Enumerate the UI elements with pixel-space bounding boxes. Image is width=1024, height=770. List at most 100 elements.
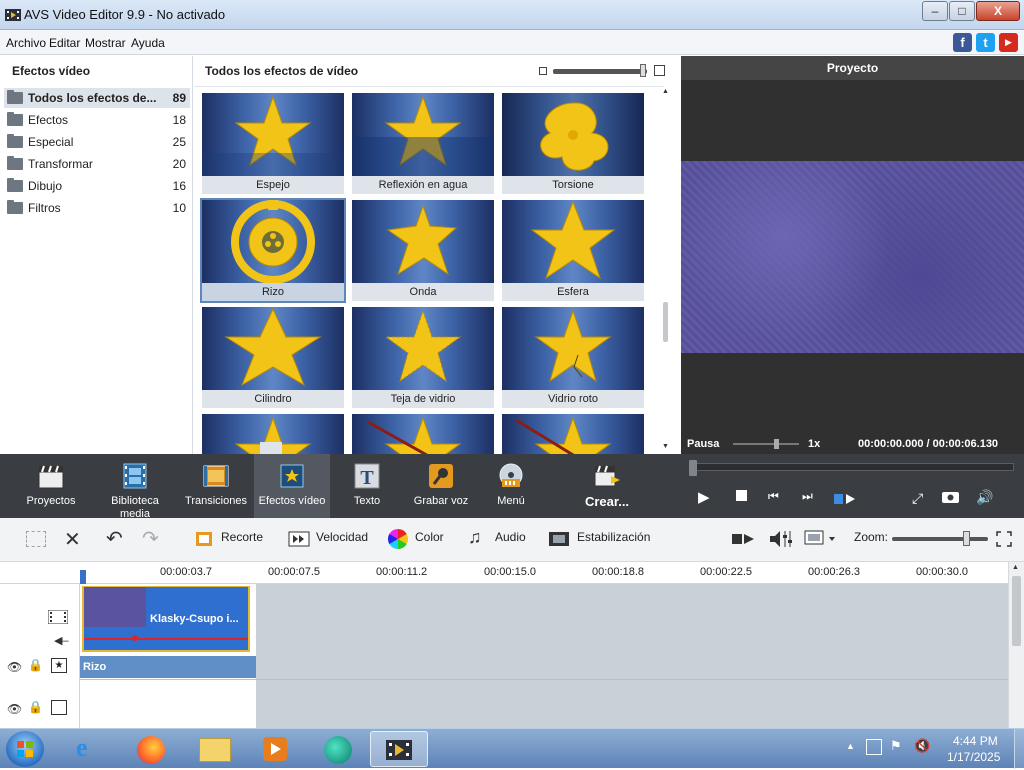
select-icon[interactable] xyxy=(26,531,46,547)
toolbar-efectos-video[interactable]: Efectos vídeo xyxy=(254,454,330,518)
velocidad-button[interactable]: Velocidad xyxy=(316,530,368,544)
timeline-scrollbar[interactable]: ▲ xyxy=(1008,562,1024,728)
category-item-all[interactable]: Todos los efectos de... 89 xyxy=(4,88,190,108)
stabilization-icon[interactable] xyxy=(548,530,570,548)
estabilizacion-button[interactable]: Estabilización xyxy=(577,530,650,544)
taskbar-media-player[interactable] xyxy=(248,731,306,767)
menu-archivo[interactable]: Archivo xyxy=(6,36,46,50)
menu-mostrar[interactable]: Mostrar xyxy=(85,36,126,50)
audio-mixer-icon[interactable] xyxy=(770,529,796,549)
previous-frame-icon[interactable]: ⏮ xyxy=(768,489,779,504)
effect-tile-torsione[interactable]: Torsione xyxy=(502,93,644,194)
maximize-button[interactable]: □ xyxy=(949,1,975,21)
toolbar-menu[interactable]: Menú xyxy=(486,454,536,518)
audio-button[interactable]: Audio xyxy=(495,530,526,544)
toolbar-texto[interactable]: T Texto xyxy=(342,454,392,518)
recorte-button[interactable]: Recorte xyxy=(221,530,263,544)
visibility-eye-icon[interactable]: 👁 xyxy=(7,702,22,716)
lock-icon[interactable]: 🔒 xyxy=(28,700,43,714)
youtube-icon[interactable]: ▶ xyxy=(999,33,1018,52)
speed-icon[interactable] xyxy=(288,530,310,548)
toolbar-crear[interactable]: Crear... xyxy=(572,454,642,518)
category-item-filtros[interactable]: Filtros 10 xyxy=(4,198,190,218)
taskbar-firefox[interactable] xyxy=(122,731,180,767)
category-item-efectos[interactable]: Efectos 18 xyxy=(4,110,190,130)
network-icon[interactable] xyxy=(866,739,882,755)
toolbar-proyectos[interactable]: Proyectos xyxy=(16,454,86,518)
visibility-eye-icon[interactable]: 👁 xyxy=(7,660,22,674)
playback-seek-bar[interactable] xyxy=(689,460,1014,476)
playback-speed[interactable]: 1x xyxy=(808,438,820,450)
clock-date[interactable]: 1/17/2025 xyxy=(947,750,1000,764)
effect-tile-rizo[interactable]: Rizo xyxy=(200,198,346,303)
fullscreen-icon[interactable]: ⤢ xyxy=(912,490,923,507)
zoom-slider[interactable] xyxy=(892,537,988,541)
action-center-flag-icon[interactable]: ⚑ xyxy=(890,738,902,754)
scroll-down-icon[interactable]: ▼ xyxy=(662,443,669,450)
redo-icon[interactable]: ↷ xyxy=(142,526,159,551)
timeline-cursor[interactable] xyxy=(80,570,86,584)
effects-scrollbar[interactable]: ▲ ▼ xyxy=(660,88,670,454)
mute-track-icon[interactable]: ◀‒ xyxy=(54,634,69,647)
toolbar-transiciones[interactable]: Transiciones xyxy=(182,454,250,518)
scroll-up-icon[interactable]: ▲ xyxy=(662,88,669,95)
effects-scrollbar-thumb[interactable] xyxy=(663,302,668,342)
lock-icon[interactable]: 🔒 xyxy=(28,658,43,672)
clock-time[interactable]: 4:44 PM xyxy=(953,734,998,748)
effect-tile-esfera[interactable]: Esfera xyxy=(502,200,644,301)
large-thumbnails-icon[interactable] xyxy=(654,65,665,76)
split-view-icon[interactable] xyxy=(834,491,856,504)
zoom-slider-handle[interactable] xyxy=(963,531,970,546)
close-button[interactable]: X xyxy=(976,1,1020,21)
effect-tile-teja-de-vidrio[interactable]: Teja de vidrio xyxy=(352,307,494,408)
split-clip-icon[interactable] xyxy=(732,532,756,546)
minimize-button[interactable]: – xyxy=(922,1,948,21)
audio-note-icon[interactable]: ♫ xyxy=(468,527,482,548)
play-icon[interactable]: ▶ xyxy=(698,488,710,506)
facebook-icon[interactable]: f xyxy=(953,33,972,52)
toolbar-grabar-voz[interactable]: Grabar voz xyxy=(408,454,474,518)
show-hidden-icons-icon[interactable]: ▲ xyxy=(846,741,855,751)
volume-slider[interactable] xyxy=(733,443,799,445)
effect-tile-reflexion-en-agua[interactable]: Reflexión en agua xyxy=(352,93,494,194)
scroll-up-icon[interactable]: ▲ xyxy=(1012,564,1019,571)
next-frame-icon[interactable]: ⏭ xyxy=(802,489,813,504)
effect-tile[interactable] xyxy=(352,414,494,454)
trim-icon[interactable] xyxy=(194,529,214,549)
category-item-especial[interactable]: Especial 25 xyxy=(4,132,190,152)
effect-tile[interactable] xyxy=(502,414,644,454)
effect-tile-vidrio-roto[interactable]: Vidrio roto xyxy=(502,307,644,408)
fit-timeline-icon[interactable] xyxy=(996,531,1012,547)
aspect-ratio-dropdown[interactable] xyxy=(804,530,838,548)
taskbar-avs-video-editor[interactable] xyxy=(370,731,428,767)
speaker-muted-icon[interactable]: 🔇 xyxy=(914,738,930,754)
volume-slider-handle[interactable] xyxy=(774,439,779,449)
undo-icon[interactable]: ↶ xyxy=(106,526,123,551)
effect-tile-cilindro[interactable]: Cilindro xyxy=(202,307,344,408)
color-button[interactable]: Color xyxy=(415,530,444,544)
effect-tile-onda[interactable]: Onda xyxy=(352,200,494,301)
category-item-dibujo[interactable]: Dibujo 16 xyxy=(4,176,190,196)
small-thumbnails-icon[interactable] xyxy=(539,67,547,75)
menu-ayuda[interactable]: Ayuda xyxy=(131,36,165,50)
start-button[interactable] xyxy=(6,731,44,767)
effect-tile-espejo[interactable]: Espejo xyxy=(202,93,344,194)
audio-volume-line[interactable] xyxy=(84,638,248,640)
timeline-ruler[interactable]: 00:00:03.7 00:00:07.5 00:00:11.2 00:00:1… xyxy=(0,562,1008,584)
taskbar-app[interactable] xyxy=(310,731,368,767)
show-desktop-button[interactable] xyxy=(1014,729,1024,769)
seek-handle[interactable] xyxy=(689,460,697,476)
thumbnail-size-slider-handle[interactable] xyxy=(640,64,646,77)
stop-icon[interactable] xyxy=(736,490,747,501)
thumbnail-size-slider[interactable] xyxy=(553,69,647,74)
delete-icon[interactable]: ✕ xyxy=(64,527,81,552)
twitter-icon[interactable]: t xyxy=(976,33,995,52)
volume-icon[interactable]: 🔊 xyxy=(976,489,993,506)
timeline-scrollbar-thumb[interactable] xyxy=(1012,576,1021,646)
audio-volume-keyframe[interactable] xyxy=(132,635,138,641)
color-wheel-icon[interactable] xyxy=(388,529,408,549)
category-item-transformar[interactable]: Transformar 20 xyxy=(4,154,190,174)
effect-tile[interactable] xyxy=(202,414,344,454)
snapshot-camera-icon[interactable] xyxy=(942,490,959,503)
taskbar-file-explorer[interactable] xyxy=(186,731,244,767)
